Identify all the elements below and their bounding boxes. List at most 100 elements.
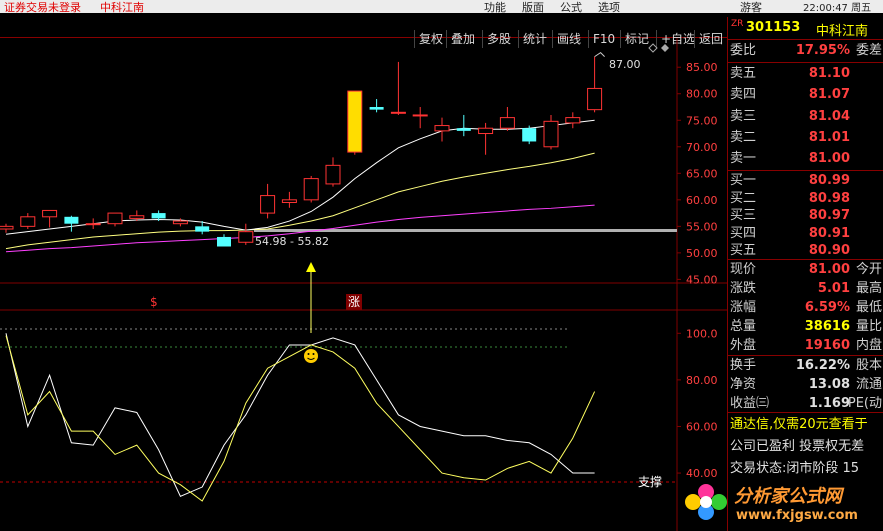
candle-body xyxy=(151,213,166,219)
axis-tick-label: 85.00 xyxy=(686,61,718,74)
stat2-row: 换手 16.22% 股本 xyxy=(730,356,882,376)
diamond-icon[interactable] xyxy=(648,43,658,53)
chart-toolbar: 复权 叠加 多股 统计 画线 F10 标记 +自选 返回 xyxy=(0,13,727,48)
stat-row-label: 总量 xyxy=(730,319,757,334)
stat-row: 涨幅 6.59% 最低 xyxy=(730,298,882,318)
osc-white-line xyxy=(5,333,595,498)
bid-row-value: 80.90 xyxy=(808,243,850,259)
axis-tick-label: 80.00 xyxy=(686,88,718,101)
ask-row-value: 81.10 xyxy=(808,66,850,81)
candle-body xyxy=(303,178,319,201)
bid-row: 买五 80.90 xyxy=(730,241,882,261)
stat2-row-label2: 股本 xyxy=(855,358,882,373)
candle-body xyxy=(217,236,231,247)
candle-body xyxy=(390,111,406,114)
candle-body xyxy=(107,212,123,225)
logo-url: www.fxjgsw.com xyxy=(736,508,858,523)
notice-line-2: 公司已盈利 投票权无差 xyxy=(730,439,865,454)
stat2-row-label: 净资 xyxy=(730,377,757,392)
stat-row: 现价 81.00 今开 xyxy=(730,260,882,280)
candle-body xyxy=(347,90,363,153)
axis-tick-label: 75.00 xyxy=(686,114,718,127)
stat-row: 涨跌 5.01 最高 xyxy=(730,279,882,299)
stat-row-value: 19160 xyxy=(804,338,850,353)
osc-tick-label: 80.00 xyxy=(686,374,718,387)
candle-body xyxy=(456,128,471,131)
stat-row-value: 5.01 xyxy=(817,281,850,296)
range-label: 54.98 - 55.82 xyxy=(255,235,329,248)
ma5-line xyxy=(5,119,595,235)
candle-body xyxy=(42,209,58,218)
stat2-row-label: 收益㈢ xyxy=(730,396,770,411)
ask-row-label: 卖二 xyxy=(730,129,757,145)
weibi-value: 17.95% xyxy=(795,43,850,58)
candle-body xyxy=(499,117,515,129)
candle-body xyxy=(85,223,101,226)
kline-chart[interactable]: 85.00 80.00 75.00 70.00 65.00 60.00 55.00 50.00… xyxy=(0,38,727,531)
ask-row-label: 卖四 xyxy=(730,87,757,103)
ask-row: 卖三 81.04 xyxy=(730,107,882,127)
candle-body xyxy=(565,117,581,124)
weibi-row: 委比 17.95% 委差 xyxy=(730,41,882,61)
moving-average-lines xyxy=(5,119,595,253)
axis-tick-label: 45.00 xyxy=(686,273,718,286)
signal-marker-dollar: $ xyxy=(150,295,158,309)
stat-row: 外盘 19160 内盘 xyxy=(730,336,882,356)
candle-body xyxy=(543,120,559,148)
ask-row: 卖五 81.10 xyxy=(730,64,882,84)
stat-row-label: 涨跌 xyxy=(730,281,757,296)
stat-row-value: 38616 xyxy=(804,319,850,334)
stat2-row-label2: PE(动 xyxy=(847,396,882,411)
ask-row-value: 81.00 xyxy=(808,151,850,167)
stat2-row: 净资 13.08 流通 xyxy=(730,375,882,395)
axis-tick-label: 70.00 xyxy=(686,141,718,154)
stat-row-label: 现价 xyxy=(730,262,757,277)
support-label: 支撑 xyxy=(638,474,662,489)
high-pointer xyxy=(594,51,605,58)
ask-row: 卖二 81.01 xyxy=(730,128,882,148)
candle-body xyxy=(369,107,384,110)
stat2-row-value: 16.22% xyxy=(795,358,850,373)
osc-tick-label: 100.0 xyxy=(686,327,718,340)
weibi-label: 委比 xyxy=(730,43,757,58)
ask-row-value: 81.07 xyxy=(808,87,850,103)
axis-tick-label: 65.00 xyxy=(686,167,718,180)
axis-tick-label: 55.00 xyxy=(686,220,718,233)
top-menu-bar: 证券交易未登录 中科江南 功能 版面 公式 选项 游客 22:00:47 周五 xyxy=(0,0,883,15)
stat-row-label2: 最高 xyxy=(855,281,882,296)
smiley-icon xyxy=(304,349,318,363)
diamond-filled-icon[interactable] xyxy=(661,44,669,52)
osc-tick-label: 60.00 xyxy=(686,420,718,433)
candle-body xyxy=(434,125,450,132)
candle-body xyxy=(260,195,276,214)
stat-row-label: 外盘 xyxy=(730,338,757,353)
stat-row-label: 涨幅 xyxy=(730,300,757,315)
candle-body xyxy=(478,127,494,135)
candlestick-series xyxy=(0,51,605,247)
stat-row-label2: 今开 xyxy=(855,262,882,277)
logo-title: 分析家公式网 xyxy=(734,486,842,507)
stock-name: 中科江南 xyxy=(816,24,869,39)
candle-body xyxy=(129,215,145,219)
site-logo: 分析家公式网 www.fxjgsw.com xyxy=(676,474,883,531)
flower-logo-icon xyxy=(685,484,727,520)
chart-grid xyxy=(0,38,727,531)
ask-row: 卖一 81.00 xyxy=(730,149,882,169)
code-tag: ZR xyxy=(731,19,744,29)
ask-row: 卖四 81.07 xyxy=(730,85,882,105)
ask-row-value: 81.01 xyxy=(808,129,850,145)
axis-tick-label: 50.00 xyxy=(686,247,718,260)
candle-body xyxy=(238,231,254,243)
stat-row-value: 81.00 xyxy=(808,262,850,277)
ask-row-value: 81.04 xyxy=(808,108,850,124)
stat2-row-label2: 流通 xyxy=(855,377,882,392)
stat-row-label2: 内盘 xyxy=(855,338,882,353)
stat2-row: 收益㈢ 1.169 PE(动 xyxy=(730,394,882,414)
bid-row-label: 买五 xyxy=(730,243,757,259)
stat-row-label2: 量比 xyxy=(855,319,882,334)
user-label[interactable]: 游客 xyxy=(740,0,762,15)
notice-line-1[interactable]: 通达信,仅需20元查看于 xyxy=(730,413,868,432)
stock-code: 301153 xyxy=(746,20,801,35)
high-price-label: 87.00 xyxy=(609,58,641,71)
candle-body xyxy=(281,199,297,203)
